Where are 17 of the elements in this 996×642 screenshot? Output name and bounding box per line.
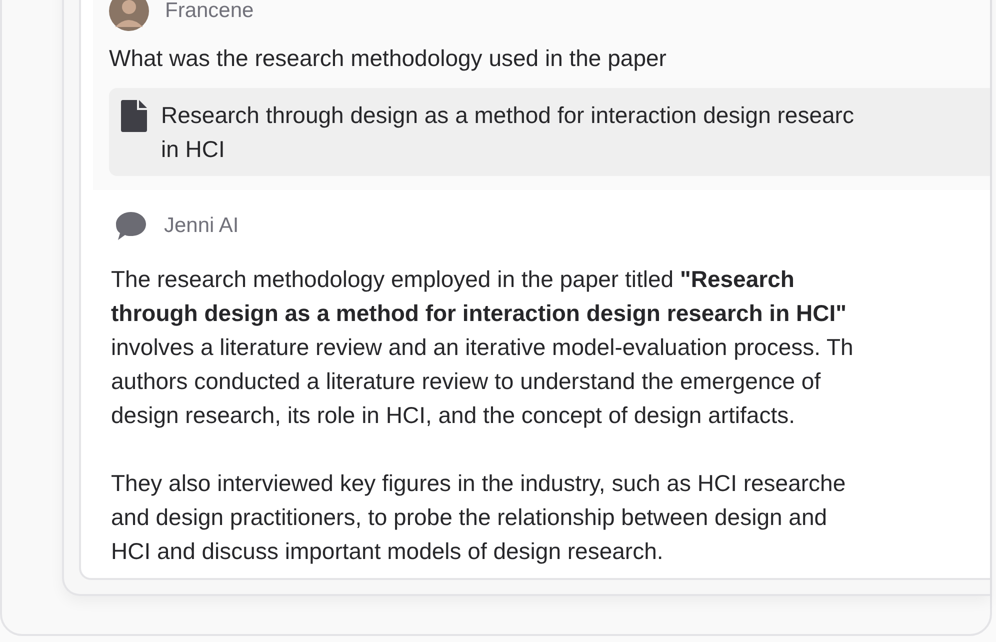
author-name: Francene bbox=[165, 0, 254, 23]
answer-text: HCI and discuss important models of design research. bbox=[111, 537, 664, 566]
document-icon bbox=[121, 100, 147, 132]
answer-text: authors conducted a literature review to understand the emergence of bbox=[111, 367, 821, 396]
message-text: What was the research methodology used in the paper bbox=[109, 45, 668, 72]
document-title: in HCI bbox=[161, 135, 225, 164]
avatar-icon bbox=[109, 0, 149, 31]
answer-text: through design as a method for interaction design research in HCI" bbox=[111, 299, 847, 328]
answer-text: They also interviewed key figures in the industry, such as HCI researche bbox=[111, 469, 846, 498]
answer-text: design research, its role in HCI, and the concept of design artifacts. bbox=[111, 401, 795, 430]
document-attachment[interactable]: Research through design as a method for interaction design researc in HCI bbox=[109, 88, 990, 176]
answer-text: The research methodology employed in the paper titled "Research bbox=[111, 265, 794, 294]
chat-bubble-icon bbox=[114, 210, 148, 242]
author-name: Jenni AI bbox=[164, 214, 239, 238]
answer-text: and design practitioners, to probe the relationship between design and bbox=[111, 503, 828, 532]
document-title: Research through design as a method for interaction design researc bbox=[161, 101, 854, 130]
answer-text: involves a literature review and an iterative model-evaluation process. Th bbox=[111, 333, 854, 362]
